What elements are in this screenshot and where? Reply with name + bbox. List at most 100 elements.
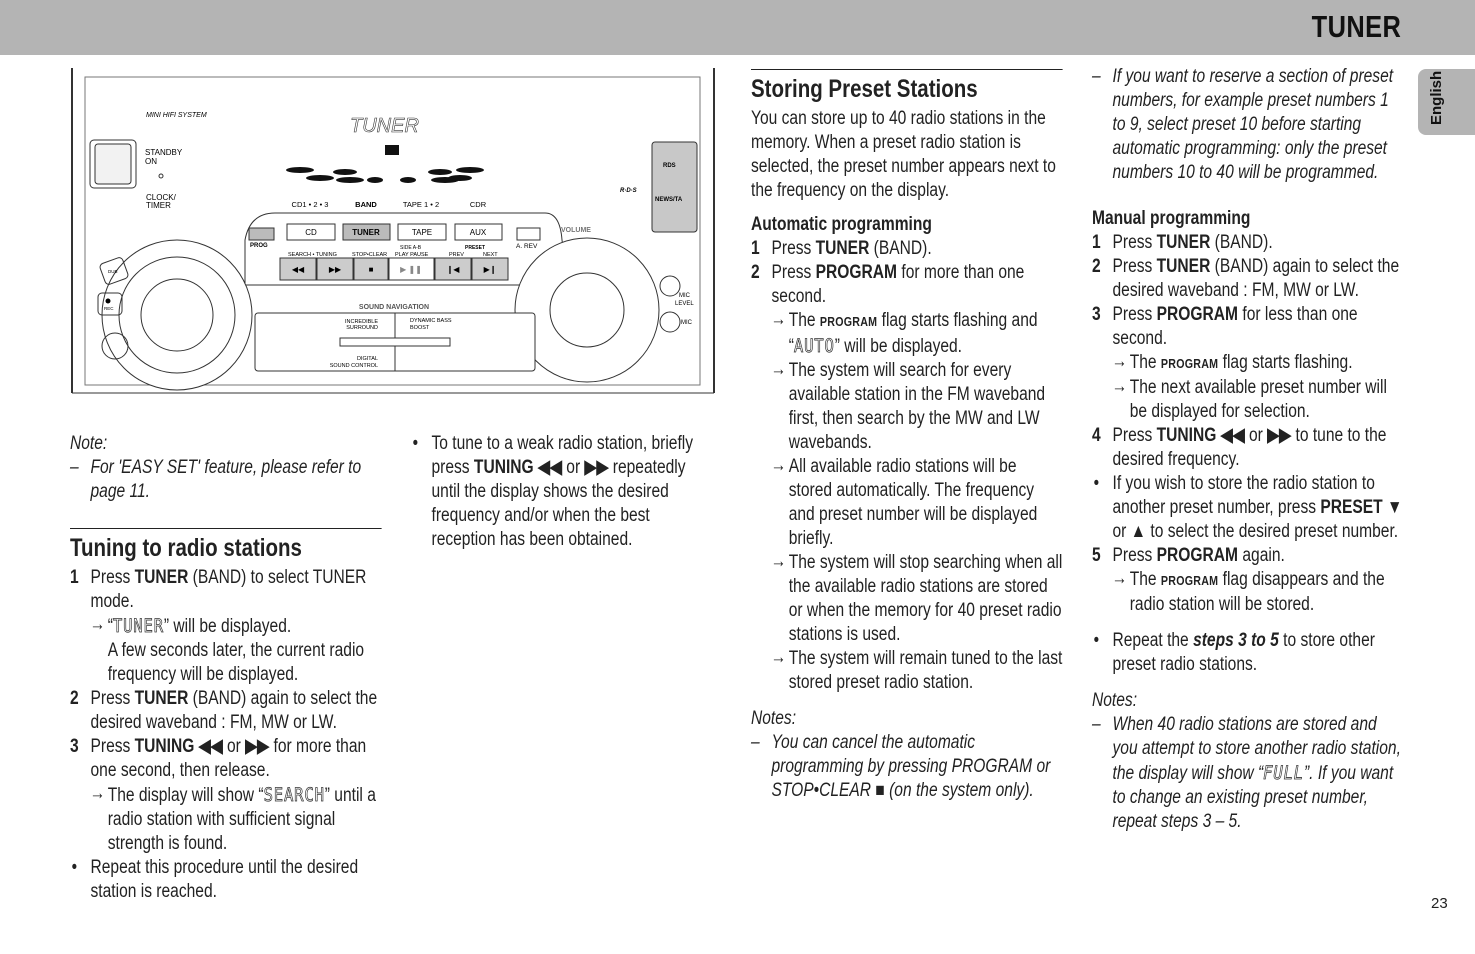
aux-button-label: AUX — [470, 228, 487, 237]
arrow-item: → The PROGRAM flag starts flashing. — [1092, 351, 1404, 376]
dsc-label: SOUND CONTROL — [330, 363, 378, 369]
text: The — [1129, 569, 1161, 590]
emphasis-text: TUNER — [134, 567, 189, 588]
text: Press — [90, 736, 135, 757]
dash-item: – For 'EASY SET' feature, please refer to… — [70, 456, 382, 504]
emphasis-text: ▶▶ — [584, 457, 609, 478]
step-number: 4 — [1092, 425, 1101, 446]
source-label: TAPE 1 • 2 — [403, 200, 439, 209]
dash-marker: – — [751, 732, 760, 753]
page-number: 23 — [1431, 895, 1448, 912]
standby-label: STANDBY — [145, 148, 183, 157]
step-item: 1 Press TUNER (BAND). — [1092, 231, 1404, 255]
emphasis-text: steps 3 to 5 — [1193, 630, 1279, 651]
arrow-marker: → — [770, 309, 787, 330]
step-number: 5 — [1092, 545, 1101, 566]
source-label: CDR — [470, 200, 487, 209]
emphasis-text: ▶▶ — [245, 736, 270, 757]
prev-label: PREV — [449, 252, 464, 258]
step-number: 2 — [1092, 256, 1101, 277]
step-number: 2 — [70, 688, 79, 709]
text: ” will be displayed. — [834, 336, 963, 357]
dash-item: – You can cancel the automatic programmin… — [751, 731, 1063, 803]
column-left: Note: – For 'EASY SET' feature, please ref… — [70, 432, 382, 904]
emphasis-text: TUNING ◀◀ — [134, 736, 223, 757]
step-item: 2 Press TUNER (BAND) again to select the … — [70, 687, 382, 735]
timer-label: TIMER — [146, 201, 171, 210]
text: Press — [1112, 545, 1157, 566]
bullet-marker: • — [412, 433, 419, 454]
page-title: TUNER — [1311, 9, 1401, 44]
search-tuning-label: SEARCH • TUNING — [288, 252, 337, 258]
text: or — [561, 457, 585, 478]
text: Repeat the — [1112, 630, 1194, 651]
text: Repeat this procedure until the desired … — [90, 857, 359, 902]
text: again. — [1238, 545, 1285, 566]
tuner-button-label: TUNER — [352, 228, 380, 237]
text: or — [222, 736, 246, 757]
spacer-item — [1092, 677, 1404, 689]
dbb-label: DYNAMIC BASS — [410, 318, 452, 324]
text: If you want to reserve a section of pres… — [1112, 66, 1394, 183]
on-label: ON — [145, 157, 157, 166]
bullet-marker: • — [71, 857, 78, 878]
text: Manual programming — [1092, 208, 1251, 229]
text: For 'EASY SET' feature, please refer to … — [90, 457, 362, 502]
text: (BAND). — [1210, 232, 1273, 253]
display-readout-text: TUNER — [112, 615, 164, 638]
arrow-item: → The next available preset number will b… — [1092, 376, 1404, 424]
text: You can store up to 40 radio stations in… — [751, 108, 1056, 201]
brand-label: MINI HIFI SYSTEM — [146, 112, 207, 119]
step-item: 3 Press PROGRAM for less than one second. — [1092, 303, 1404, 351]
subsection-heading: Manual programming — [1092, 207, 1404, 231]
previous-icon: ❙◀ — [447, 265, 461, 274]
text: Press — [1112, 256, 1157, 277]
text: The system will stop searching when all … — [788, 552, 1063, 645]
para-item: You can store up to 40 radio stations in… — [751, 107, 1063, 203]
mic-level-label: LEVEL — [675, 301, 694, 307]
surround-label: SURROUND — [346, 325, 378, 331]
emphasis-text: TUNER — [1156, 256, 1211, 277]
sound-navigation-label: SOUND NAVIGATION — [359, 304, 429, 311]
subsection-heading: Automatic programming — [751, 213, 1063, 237]
emphasis-text: PROGRAM — [1156, 545, 1239, 566]
text: Press — [1112, 232, 1157, 253]
emphasis-text: TUNER — [134, 688, 189, 709]
section-heading: Storing Preset Stations — [751, 69, 1063, 104]
text: The display will show “ — [107, 785, 264, 806]
mic-level-label: MIC — [679, 293, 691, 299]
text: The — [1129, 352, 1161, 373]
step-item: 3 Press TUNING ◀◀ or ▶▶ for more than one… — [70, 735, 382, 783]
lcd-segments — [286, 145, 484, 183]
display-readout-text: FULL — [1263, 762, 1304, 785]
arrow-item: → The display will show “SEARCH” until a … — [70, 783, 382, 856]
mic-label: MIC — [681, 320, 693, 326]
bullet-marker: • — [1093, 630, 1100, 651]
text: Notes: — [1092, 690, 1138, 711]
bullet-item: • If you wish to store the radio station … — [1092, 472, 1404, 544]
stop-clear-label: STOP•CLEAR — [352, 252, 387, 258]
text: Note: — [70, 433, 108, 454]
arrow-marker: → — [770, 551, 787, 572]
text: Press — [90, 567, 135, 588]
section-heading: Tuning to radio stations — [70, 528, 382, 563]
display-readout-text: AUTO — [793, 335, 835, 358]
step-item: 4 Press TUNING ◀◀ or ▶▶ to tune to the de… — [1092, 424, 1404, 472]
dash-item: – When 40 radio stations are stored and y… — [1092, 713, 1404, 834]
news-ta-label: NEWS/TA — [655, 197, 683, 203]
dsc-label: DIGITAL — [357, 356, 378, 362]
arrow-marker: → — [770, 359, 787, 380]
a-rev-label: A. REV — [516, 243, 538, 250]
emphasis-text: PROGRAM — [819, 314, 878, 329]
bullet-item: • Repeat the steps 3 to 5 to store other … — [1092, 629, 1404, 677]
source-label: BAND — [355, 200, 377, 209]
spacer-item — [70, 516, 382, 528]
arrow-marker: → — [1111, 568, 1128, 589]
step-number: 3 — [70, 736, 79, 757]
prog-label: PROG — [250, 243, 268, 249]
text: Press — [90, 688, 135, 709]
display-readout-text: SEARCH — [263, 784, 325, 807]
notelabel-item: Notes: — [751, 707, 1063, 731]
emphasis-text: TUNING ◀◀ — [1156, 425, 1245, 446]
arrow-marker: → — [1111, 351, 1128, 372]
